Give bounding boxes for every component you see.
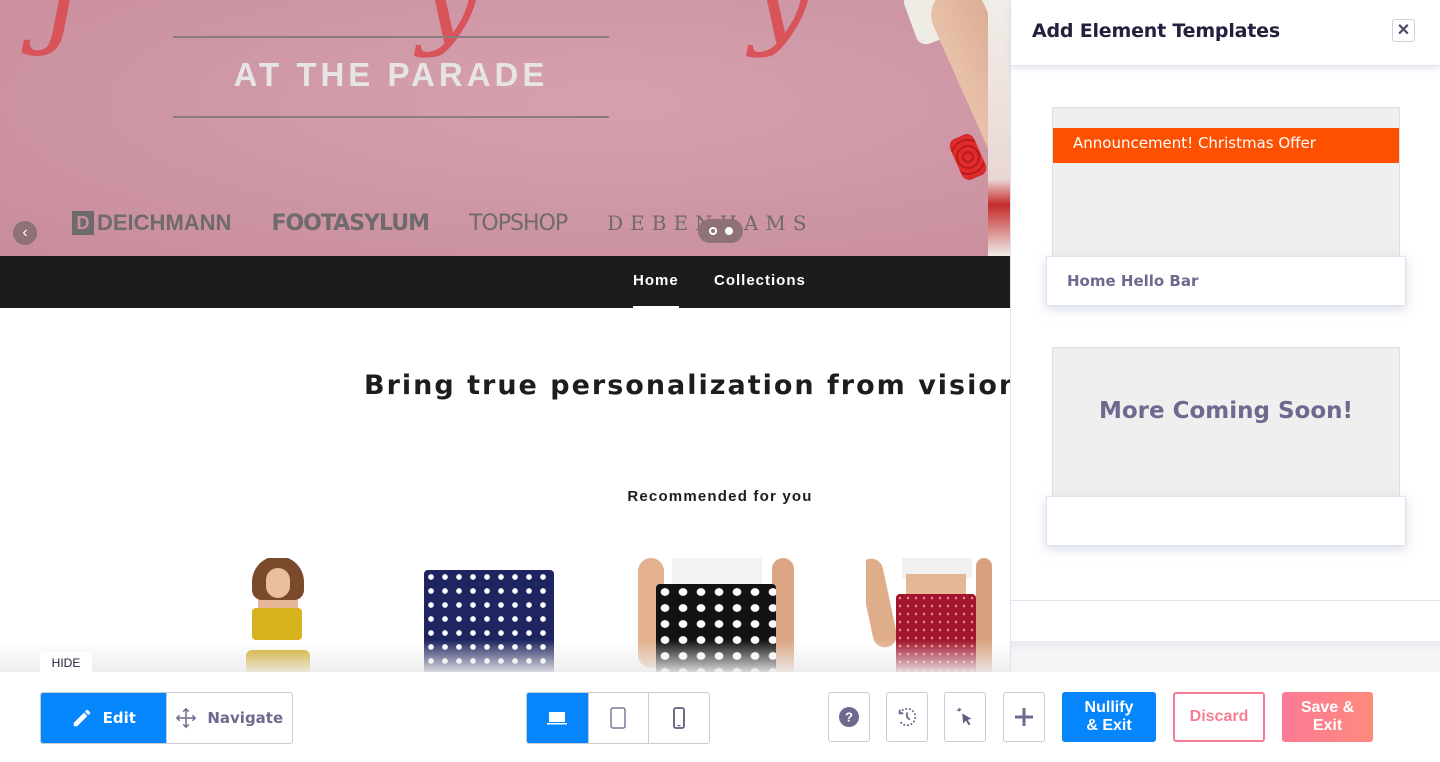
save-label: Save & xyxy=(1300,699,1355,716)
nav-item-home[interactable]: Home xyxy=(633,256,679,308)
hide-toolbar-button[interactable]: HIDE xyxy=(40,652,92,673)
hero-model-image xyxy=(860,0,1010,256)
help-icon: ? xyxy=(839,707,859,727)
panel-header: Add Element Templates ✕ xyxy=(1011,0,1440,66)
edit-label: Edit xyxy=(102,709,136,727)
announcement-bar-preview: Announcement! Christmas Offer xyxy=(1053,128,1399,163)
template-label: Home Hello Bar xyxy=(1067,272,1199,290)
element-select-button[interactable] xyxy=(944,692,986,742)
close-button[interactable]: ✕ xyxy=(1392,19,1415,42)
history-button[interactable] xyxy=(886,692,928,742)
device-toggle xyxy=(526,692,710,744)
save-label: Exit xyxy=(1312,717,1343,734)
headline-container: Bring true personalization from vision t… xyxy=(0,350,1010,420)
carousel-dot[interactable] xyxy=(708,227,717,235)
template-card-preview: More Coming Soon! xyxy=(1052,347,1400,497)
template-card-home-hello-bar[interactable]: Home Hello Bar xyxy=(1046,256,1406,306)
page-headline: Bring true personalization from vision t… xyxy=(364,370,1010,401)
navigate-label: Navigate xyxy=(207,709,284,727)
device-desktop-button[interactable] xyxy=(527,693,588,743)
discard-button[interactable]: Discard xyxy=(1173,692,1265,742)
brand-logo-deichmann: D DEICHMANN xyxy=(72,210,231,236)
panel-footer-row xyxy=(1011,600,1440,641)
mobile-icon xyxy=(673,707,686,729)
panel-footer-shade xyxy=(1011,641,1440,672)
hero-banner[interactable]: J y y AT THE PARADE D DEICHMANN FOOTASYL… xyxy=(0,0,1010,256)
hero-subtitle: AT THE PARADE xyxy=(233,56,549,93)
save-exit-button[interactable]: Save & Exit xyxy=(1282,692,1373,742)
carousel-dot-active[interactable] xyxy=(724,227,733,235)
hero-divider xyxy=(173,116,609,118)
nullify-label: & Exit xyxy=(1086,717,1132,734)
store-nav: Home Collections xyxy=(0,256,1010,308)
carousel-pagination xyxy=(698,219,743,243)
hero-script-text: J xyxy=(40,0,84,50)
carousel-prev-button[interactable]: ‹ xyxy=(13,221,37,245)
element-select-icon xyxy=(956,707,972,726)
move-arrows-icon xyxy=(176,707,197,729)
brand-logo-footasylum: FOOTASYLUM xyxy=(271,210,430,236)
tablet-icon xyxy=(610,707,627,729)
bottom-fade xyxy=(0,640,1010,672)
hero-script-text: y xyxy=(418,0,480,50)
chevron-left-icon: ‹ xyxy=(22,224,28,241)
template-card-placeholder xyxy=(1046,496,1406,546)
close-icon: ✕ xyxy=(1396,22,1411,39)
help-button[interactable]: ? xyxy=(828,692,870,742)
svg-text:?: ? xyxy=(845,710,853,725)
editor-page: J y y AT THE PARADE D DEICHMANN FOOTASYL… xyxy=(0,0,1440,762)
add-icon xyxy=(1015,708,1033,726)
mode-toggle: Edit Navigate xyxy=(40,692,293,744)
nav-item-collections[interactable]: Collections xyxy=(714,256,806,308)
add-element-templates-panel: Add Element Templates ✕ Announcement! Ch… xyxy=(1010,0,1440,672)
panel-title: Add Element Templates xyxy=(1032,20,1280,42)
hero-divider xyxy=(173,36,609,38)
brand-logo-topshop: TOPSHOP xyxy=(468,210,568,236)
hero-script-text: y xyxy=(750,0,812,50)
device-tablet-button[interactable] xyxy=(587,693,649,743)
navigate-mode-button[interactable]: Navigate xyxy=(165,693,293,743)
device-mobile-button[interactable] xyxy=(648,693,709,743)
add-element-button[interactable] xyxy=(1003,692,1045,742)
coming-soon-text: More Coming Soon! xyxy=(1098,398,1354,424)
edit-mode-button[interactable]: Edit xyxy=(41,693,166,743)
nullify-label: Nullify xyxy=(1084,699,1134,716)
pencil-icon xyxy=(73,709,90,727)
template-card-preview[interactable]: Announcement! Christmas Offer xyxy=(1052,107,1400,257)
history-icon xyxy=(898,707,917,727)
laptop-icon xyxy=(547,712,568,725)
nullify-exit-button[interactable]: Nullify & Exit xyxy=(1062,692,1156,742)
